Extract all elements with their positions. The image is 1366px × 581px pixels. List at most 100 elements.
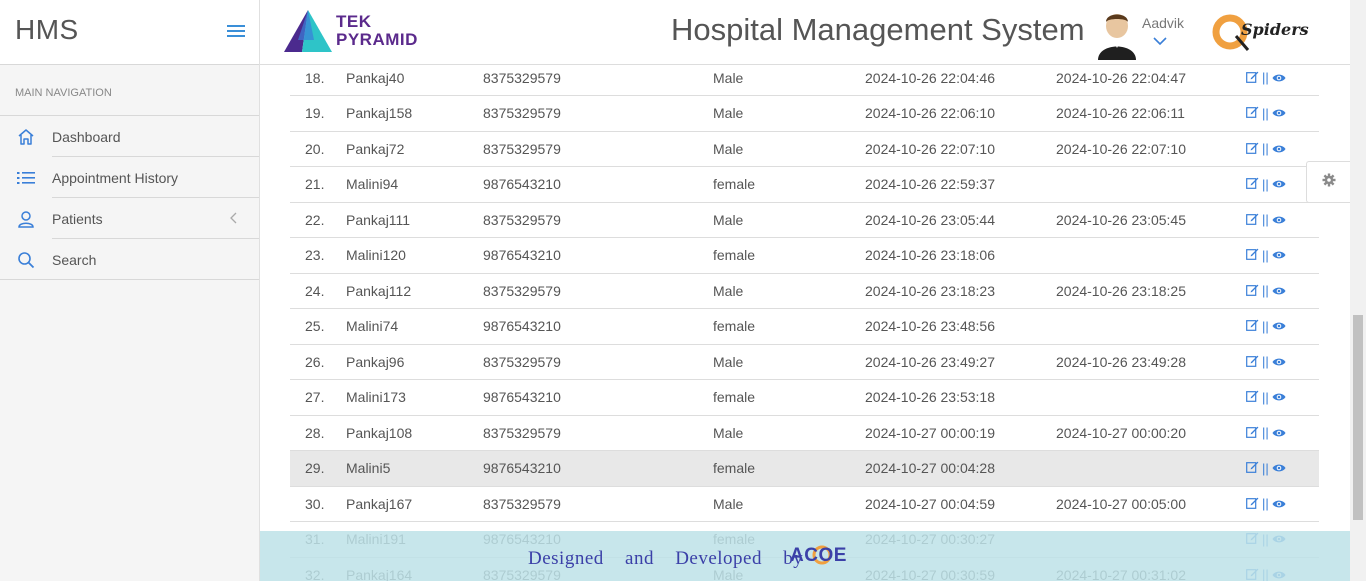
creation-date: 2024-10-27 00:04:59 [865, 486, 1056, 522]
updation-date: 2024-10-26 23:05:45 [1056, 202, 1246, 238]
action-separator: || [1262, 425, 1269, 441]
sidebar: HMS MAIN NAVIGATION Dashboard Appointmen… [0, 0, 260, 581]
row-actions: || [1246, 379, 1319, 416]
table-row: 21. Malini94 9876543210 female 2024-10-26 22… [290, 166, 1319, 203]
table-row: 18. Pankaj40 8375329579 Male 2024-10-26 22:0… [290, 65, 1319, 96]
row-actions: || [1246, 95, 1319, 132]
view-eye-icon[interactable] [1272, 141, 1286, 157]
scrollbar[interactable] [1350, 0, 1366, 581]
scrollbar-thumb[interactable] [1353, 315, 1363, 520]
patient-gender: Male [713, 65, 865, 96]
menu-toggle-icon[interactable] [227, 25, 245, 38]
view-eye-icon[interactable] [1272, 247, 1286, 263]
updation-date: 2024-10-27 00:00:20 [1056, 415, 1246, 451]
patient-name: Pankaj111 [346, 202, 483, 238]
view-eye-icon[interactable] [1272, 283, 1286, 299]
edit-icon[interactable] [1246, 105, 1259, 121]
action-separator: || [1262, 105, 1269, 121]
avatar[interactable] [1096, 10, 1138, 60]
action-separator: || [1262, 496, 1269, 512]
home-icon [0, 128, 52, 146]
edit-icon[interactable] [1246, 212, 1259, 228]
patient-phone: 9876543210 [483, 450, 713, 487]
view-eye-icon[interactable] [1272, 176, 1286, 192]
patient-gender: female [713, 308, 865, 345]
patient-phone: 9876543210 [483, 237, 713, 274]
logo-text-tek: TEK [336, 12, 372, 31]
patient-gender: female [713, 166, 865, 203]
view-eye-icon[interactable] [1272, 496, 1286, 512]
action-separator: || [1262, 176, 1269, 192]
patient-name: Malini94 [346, 166, 483, 203]
patient-gender: female [713, 450, 865, 487]
creation-date: 2024-10-26 22:04:46 [865, 65, 1056, 96]
sidebar-item-dashboard[interactable]: Dashboard [0, 116, 259, 157]
patient-gender: Male [713, 131, 865, 167]
view-eye-icon[interactable] [1272, 389, 1286, 405]
edit-icon[interactable] [1246, 176, 1259, 192]
brand-name: HMS [15, 14, 79, 45]
updation-date: 2024-10-26 22:04:47 [1056, 65, 1246, 96]
view-eye-icon[interactable] [1272, 105, 1286, 121]
view-eye-icon[interactable] [1272, 460, 1286, 476]
patients-table: 18. Pankaj40 8375329579 Male 2024-10-26 22:0… [290, 65, 1319, 581]
action-separator: || [1262, 141, 1269, 157]
row-number: 29. [290, 450, 346, 487]
table-row: 30. Pankaj167 8375329579 Male 2024-10-27 00:… [290, 486, 1319, 522]
table-row: 27. Malini173 9876543210 female 2024-10-26 2… [290, 379, 1319, 416]
nav-list: Dashboard Appointment History Patients S… [0, 115, 259, 280]
user-name[interactable]: Aadvik [1142, 15, 1184, 31]
row-actions: || [1246, 202, 1319, 238]
patient-phone: 8375329579 [483, 486, 713, 522]
gear-icon [1322, 173, 1336, 192]
edit-icon[interactable] [1246, 283, 1259, 299]
edit-icon[interactable] [1246, 354, 1259, 370]
patient-phone: 8375329579 [483, 131, 713, 167]
edit-icon[interactable] [1246, 70, 1259, 86]
edit-icon[interactable] [1246, 318, 1259, 334]
edit-icon[interactable] [1246, 460, 1259, 476]
edit-icon[interactable] [1246, 389, 1259, 405]
creation-date: 2024-10-26 23:18:06 [865, 237, 1056, 274]
patient-gender: Male [713, 273, 865, 309]
patient-phone: 8375329579 [483, 202, 713, 238]
view-eye-icon[interactable] [1272, 318, 1286, 334]
sidebar-item-label: Search [52, 251, 97, 268]
sidebar-item-patients[interactable]: Patients [0, 198, 259, 239]
view-eye-icon[interactable] [1272, 354, 1286, 370]
edit-icon[interactable] [1246, 425, 1259, 441]
creation-date: 2024-10-26 23:18:23 [865, 273, 1056, 309]
creation-date: 2024-10-26 23:05:44 [865, 202, 1056, 238]
sidebar-item-label: Patients [52, 210, 103, 227]
page-title: Hospital Management System [671, 12, 1085, 47]
edit-icon[interactable] [1246, 247, 1259, 263]
updation-date: 2024-10-27 00:05:00 [1056, 486, 1246, 522]
table-row: 20. Pankaj72 8375329579 Male 2024-10-26 22:0… [290, 131, 1319, 167]
acoe-logo: ACOE [788, 543, 854, 573]
settings-gear-button[interactable] [1306, 161, 1350, 203]
edit-icon[interactable] [1246, 141, 1259, 157]
patients-table-container[interactable]: 18. Pankaj40 8375329579 Male 2024-10-26 22:0… [260, 65, 1350, 581]
chevron-down-icon[interactable] [1153, 33, 1167, 51]
updation-date: 2024-10-26 22:07:10 [1056, 131, 1246, 167]
view-eye-icon[interactable] [1272, 212, 1286, 228]
row-number: 24. [290, 273, 346, 309]
patient-phone: 8375329579 [483, 95, 713, 132]
sidebar-item-search[interactable]: Search [0, 239, 259, 280]
row-number: 20. [290, 131, 346, 167]
sidebar-item-label: Appointment History [52, 169, 179, 186]
updation-date: 2024-10-26 23:18:25 [1056, 273, 1246, 309]
creation-date: 2024-10-27 00:04:28 [865, 450, 1056, 487]
view-eye-icon[interactable] [1272, 70, 1286, 86]
brand-bar: HMS [0, 0, 259, 65]
creation-date: 2024-10-27 00:00:19 [865, 415, 1056, 451]
tekpyramid-logo: TEK PYRAMID [284, 8, 424, 54]
logo-text-pyramid: PYRAMID [336, 30, 418, 49]
patient-name: Malini74 [346, 308, 483, 345]
sidebar-item-appointment-history[interactable]: Appointment History [0, 157, 259, 198]
patient-name: Pankaj108 [346, 415, 483, 451]
edit-icon[interactable] [1246, 496, 1259, 512]
view-eye-icon[interactable] [1272, 425, 1286, 441]
creation-date: 2024-10-26 23:48:56 [865, 308, 1056, 345]
patient-phone: 9876543210 [483, 166, 713, 203]
